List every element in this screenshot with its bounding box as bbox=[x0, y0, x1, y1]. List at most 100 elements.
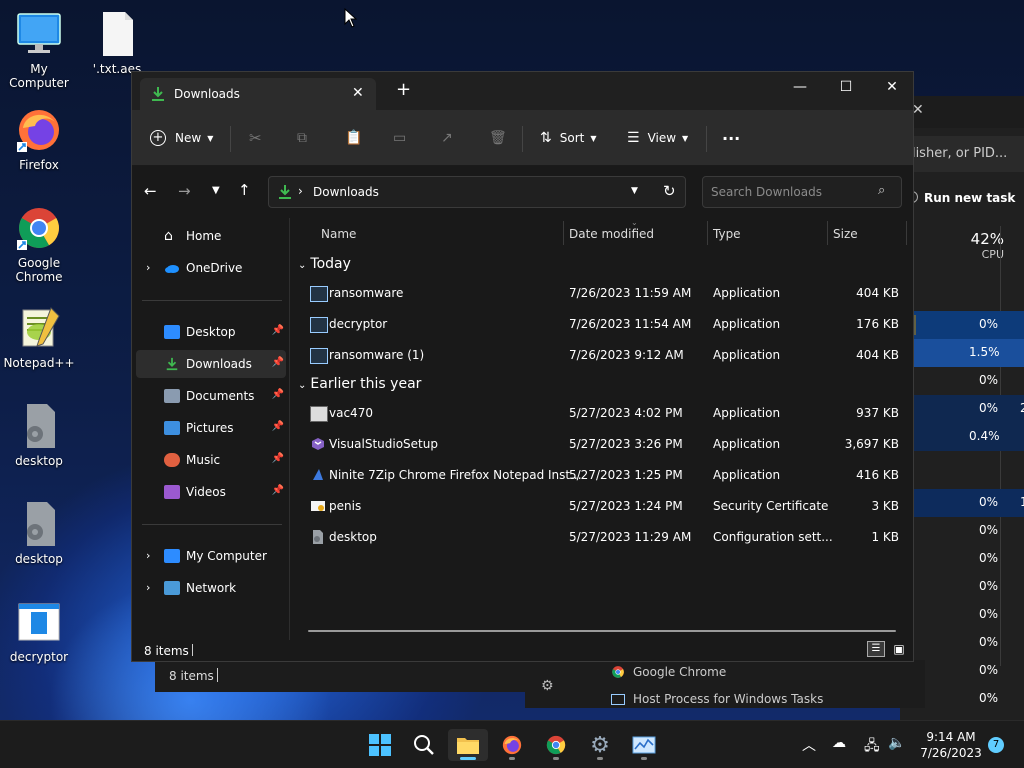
show-hidden-icons-chevron-icon[interactable]: ︿ bbox=[802, 735, 816, 755]
taskbar-firefox[interactable] bbox=[492, 729, 532, 761]
taskbar-task-manager[interactable] bbox=[624, 729, 664, 761]
nav-item-onedrive[interactable]: › OneDrive bbox=[136, 254, 286, 282]
file-row[interactable]: ransomware 7/26/2023 11:59 AM Applicatio… bbox=[302, 278, 907, 308]
horizontal-scrollbar[interactable] bbox=[308, 630, 896, 632]
file-row[interactable]: Ninite 7Zip Chrome Firefox Notepad Inst.… bbox=[302, 460, 907, 490]
notification-badge[interactable]: 7 bbox=[988, 737, 1004, 753]
file-row[interactable]: ransomware (1) 7/26/2023 9:12 AM Applica… bbox=[302, 340, 907, 370]
sort-button[interactable]: ⇅ Sort ▼ bbox=[540, 127, 597, 149]
search-input[interactable]: olisher, or PID... bbox=[904, 146, 1007, 161]
desktop-icon-firefox[interactable]: Firefox bbox=[1, 106, 77, 172]
paste-icon[interactable]: 📋 bbox=[345, 127, 362, 149]
forward-arrow-icon[interactable]: → bbox=[178, 182, 191, 200]
desktop-icon-google-chrome[interactable]: Google Chrome bbox=[1, 204, 77, 284]
file-row[interactable]: desktop 5/27/2023 11:29 AM Configuration… bbox=[302, 522, 907, 552]
desktop-icon-desktop-2[interactable]: desktop bbox=[1, 500, 77, 566]
onedrive-offline-icon[interactable]: ☁ bbox=[832, 735, 846, 751]
refresh-icon[interactable]: ↻ bbox=[663, 182, 676, 200]
pin-icon[interactable]: 📌 bbox=[272, 389, 284, 400]
group-header-today[interactable]: ⌄ Today bbox=[298, 256, 351, 272]
expand-chevron-icon[interactable]: › bbox=[146, 549, 150, 562]
pin-icon[interactable]: 📌 bbox=[272, 357, 284, 368]
taskbar-settings[interactable]: ⚙ bbox=[580, 729, 620, 761]
taskbar-chrome[interactable] bbox=[536, 729, 576, 761]
task-manager-row[interactable]: 0% bbox=[900, 601, 1024, 629]
new-tab-icon[interactable]: + bbox=[396, 81, 411, 99]
nav-item-desktop[interactable]: Desktop 📌 bbox=[136, 318, 286, 346]
gear-icon[interactable]: ⚙ bbox=[541, 678, 554, 694]
nav-item-network[interactable]: › Network bbox=[136, 574, 286, 602]
back-arrow-icon[interactable]: ← bbox=[144, 182, 157, 200]
nav-item-downloads[interactable]: Downloads 📌 bbox=[136, 350, 286, 378]
task-manager-row[interactable]: 1.5% bbox=[900, 339, 1024, 367]
file-row[interactable]: penis 5/27/2023 1:24 PM Security Certifi… bbox=[302, 491, 907, 521]
copy-icon[interactable]: ⧉ bbox=[297, 127, 307, 149]
address-history-chevron-icon[interactable]: ▼ bbox=[631, 186, 638, 196]
nav-item-pictures[interactable]: Pictures 📌 bbox=[136, 414, 286, 442]
system-clock[interactable]: 9:14 AM 7/26/2023 bbox=[916, 729, 986, 761]
pin-icon[interactable]: 📌 bbox=[272, 485, 284, 496]
maximize-icon[interactable]: ☐ bbox=[823, 72, 869, 102]
close-window-icon[interactable]: ✕ bbox=[869, 72, 915, 102]
task-manager-row[interactable]: 0% bbox=[900, 629, 1024, 657]
taskbar-search-button[interactable] bbox=[404, 729, 444, 761]
details-view-icon[interactable]: ☰ bbox=[867, 641, 885, 657]
large-icons-view-icon[interactable]: ▣ bbox=[890, 641, 908, 657]
column-header-name[interactable]: Name bbox=[321, 227, 356, 241]
pin-icon[interactable]: 📌 bbox=[272, 325, 284, 336]
search-box[interactable]: Search Downloads ⌕ bbox=[702, 176, 902, 208]
volume-icon[interactable]: 🔈 bbox=[888, 735, 905, 751]
desktop-icon-my-computer[interactable]: My Computer bbox=[1, 10, 77, 90]
file-row[interactable]: decryptor 7/26/2023 11:54 AM Application… bbox=[302, 309, 907, 339]
pin-icon[interactable]: 📌 bbox=[272, 453, 284, 464]
column-header-date[interactable]: Date modified bbox=[569, 227, 654, 241]
desktop-icon-txt-aes[interactable]: '.txt.aes bbox=[79, 10, 155, 76]
nav-item-documents[interactable]: Documents 📌 bbox=[136, 382, 286, 410]
search-input[interactable]: Search Downloads bbox=[711, 185, 822, 199]
expand-chevron-icon[interactable]: › bbox=[146, 261, 150, 274]
cut-icon[interactable]: ✂ bbox=[249, 127, 262, 149]
expand-chevron-icon[interactable]: › bbox=[146, 581, 150, 594]
group-header-earlier-this-year[interactable]: ⌄ Earlier this year bbox=[298, 376, 421, 392]
breadcrumb-downloads[interactable]: Downloads bbox=[313, 185, 379, 199]
task-manager-row[interactable] bbox=[900, 451, 1024, 479]
tab-downloads[interactable]: Downloads ✕ bbox=[140, 78, 376, 110]
start-button[interactable] bbox=[360, 729, 400, 761]
close-tab-icon[interactable]: ✕ bbox=[352, 85, 364, 101]
nav-item-my-computer[interactable]: › My Computer bbox=[136, 542, 286, 570]
rename-icon[interactable]: ▭ bbox=[393, 127, 406, 149]
task-manager-search[interactable]: olisher, or PID... bbox=[900, 136, 1024, 172]
file-row[interactable]: VisualStudioSetup 5/27/2023 3:26 PM Appl… bbox=[302, 429, 907, 459]
task-manager-row[interactable]: 0% 2 bbox=[900, 395, 1024, 423]
pin-icon[interactable]: 📌 bbox=[272, 421, 284, 432]
taskbar-file-explorer[interactable] bbox=[448, 729, 488, 761]
nav-item-videos[interactable]: Videos 📌 bbox=[136, 478, 286, 506]
network-icon[interactable]: 🖧 bbox=[864, 735, 880, 759]
recent-locations-chevron-icon[interactable]: ▼ bbox=[212, 185, 220, 196]
run-new-task-button[interactable]: Run new task bbox=[900, 184, 1024, 212]
delete-icon[interactable]: 🗑 bbox=[489, 127, 507, 149]
column-header-size[interactable]: Size bbox=[833, 227, 858, 241]
desktop-icon-notepad-plus-plus[interactable]: Notepad++ bbox=[1, 304, 77, 370]
view-button[interactable]: ☰ View ▼ bbox=[627, 127, 688, 149]
up-arrow-icon[interactable]: ↑ bbox=[238, 181, 251, 199]
task-manager-row[interactable]: 0% 1 bbox=[900, 489, 1024, 517]
more-options-icon[interactable]: ··· bbox=[722, 127, 740, 149]
column-header-type[interactable]: Type bbox=[713, 227, 741, 241]
task-manager-row[interactable]: 0% bbox=[900, 367, 1024, 395]
title-bar[interactable]: Downloads ✕ + — ☐ ✕ bbox=[132, 72, 913, 110]
file-row[interactable]: vac470 5/27/2023 4:02 PM Application 937… bbox=[302, 398, 907, 428]
task-manager-row[interactable]: 0% bbox=[900, 311, 1024, 339]
nav-item-music[interactable]: Music 📌 bbox=[136, 446, 286, 474]
desktop-icon-desktop-1[interactable]: desktop bbox=[1, 402, 77, 468]
minimize-icon[interactable]: — bbox=[777, 72, 823, 102]
address-input[interactable]: › Downloads ▼ ↻ bbox=[268, 176, 686, 208]
task-manager-row[interactable]: 0% bbox=[900, 545, 1024, 573]
task-manager-row[interactable]: 0% bbox=[900, 573, 1024, 601]
new-button[interactable]: + New ▼ bbox=[150, 127, 213, 149]
task-manager-row[interactable]: 0% bbox=[900, 517, 1024, 545]
task-manager-row[interactable]: 0.4% bbox=[900, 423, 1024, 451]
share-icon[interactable]: ↗ bbox=[441, 127, 453, 149]
nav-item-home[interactable]: ⌂ Home bbox=[136, 222, 286, 250]
desktop-icon-decryptor[interactable]: decryptor bbox=[1, 598, 77, 664]
